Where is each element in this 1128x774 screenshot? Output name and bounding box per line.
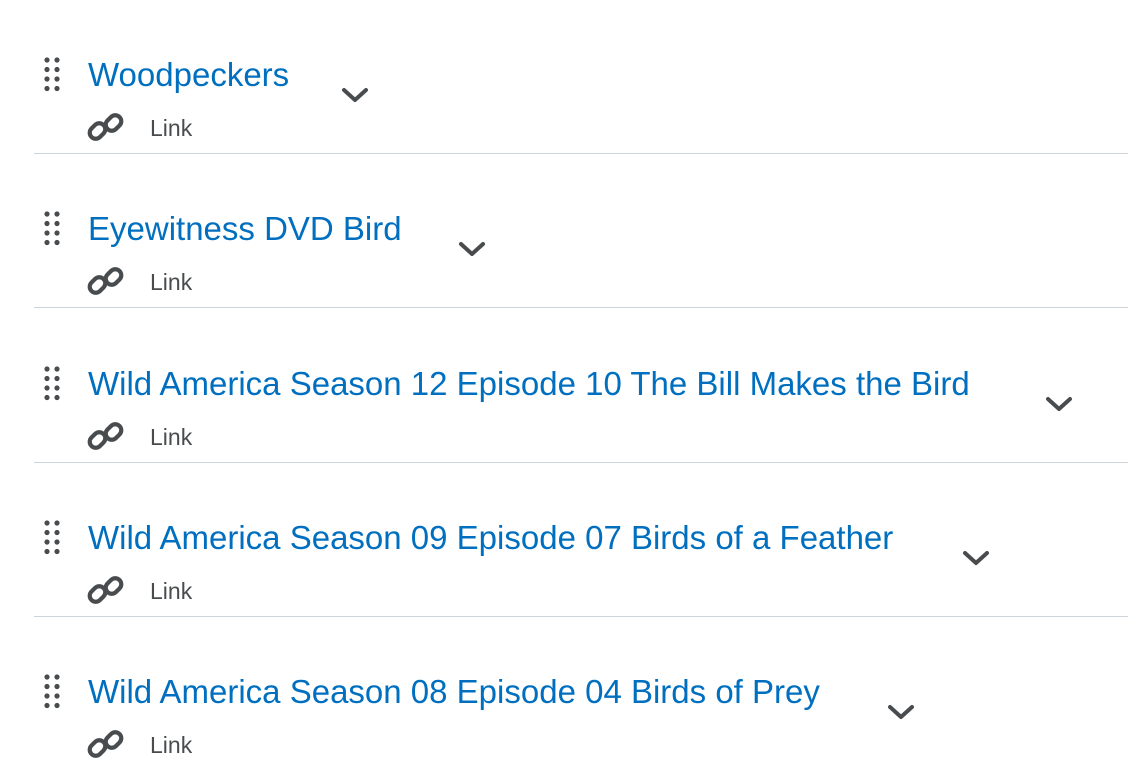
item-title-link[interactable]: Wild America Season 08 Episode 04 Birds …: [88, 672, 820, 712]
item-type-label: Link: [150, 115, 193, 141]
list-item: Wild America Season 08 Episode 04 Birds …: [0, 617, 1128, 771]
item-type-label: Link: [150, 732, 193, 758]
drag-handle-icon[interactable]: [44, 56, 60, 92]
drag-handle-icon[interactable]: [44, 210, 60, 246]
content-list: Woodpeckers Link Eyewitness DVD Bird Lin…: [0, 0, 1128, 774]
link-icon: [87, 113, 124, 141]
drag-handle-icon[interactable]: [44, 519, 60, 555]
item-type-label: Link: [150, 578, 193, 604]
chevron-down-icon[interactable]: [457, 239, 487, 259]
item-type-label: Link: [150, 269, 193, 295]
list-item: Wild America Season 09 Episode 07 Birds …: [0, 463, 1128, 617]
divider: [34, 307, 1128, 308]
chevron-down-icon[interactable]: [961, 548, 991, 568]
item-title-link[interactable]: Wild America Season 09 Episode 07 Birds …: [88, 518, 893, 558]
item-type-label: Link: [150, 424, 193, 450]
chevron-down-icon[interactable]: [886, 702, 916, 722]
link-icon: [87, 730, 124, 758]
link-icon: [87, 422, 124, 450]
chevron-down-icon[interactable]: [1044, 394, 1074, 414]
list-item: Wild America Season 12 Episode 10 The Bi…: [0, 309, 1128, 463]
item-title-link[interactable]: Wild America Season 12 Episode 10 The Bi…: [88, 364, 970, 404]
drag-handle-icon[interactable]: [44, 365, 60, 401]
list-item: Woodpeckers Link: [0, 0, 1128, 154]
chevron-down-icon[interactable]: [340, 85, 370, 105]
link-icon: [87, 576, 124, 604]
link-icon: [87, 267, 124, 295]
item-title-link[interactable]: Eyewitness DVD Bird: [88, 209, 402, 249]
list-item: Eyewitness DVD Bird Link: [0, 154, 1128, 308]
item-title-link[interactable]: Woodpeckers: [88, 55, 289, 95]
drag-handle-icon[interactable]: [44, 673, 60, 709]
